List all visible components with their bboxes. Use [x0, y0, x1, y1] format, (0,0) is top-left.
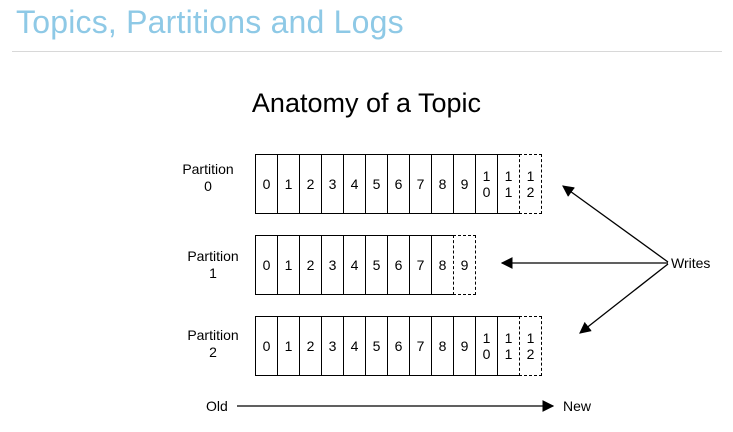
new-label: New — [563, 398, 592, 414]
old-label: Old — [206, 398, 228, 414]
write-arrow-partition-2 — [579, 263, 669, 334]
writes-label: Writes — [671, 255, 711, 271]
arrows-layer — [237, 185, 669, 412]
write-arrow-partition-0 — [562, 185, 669, 263]
